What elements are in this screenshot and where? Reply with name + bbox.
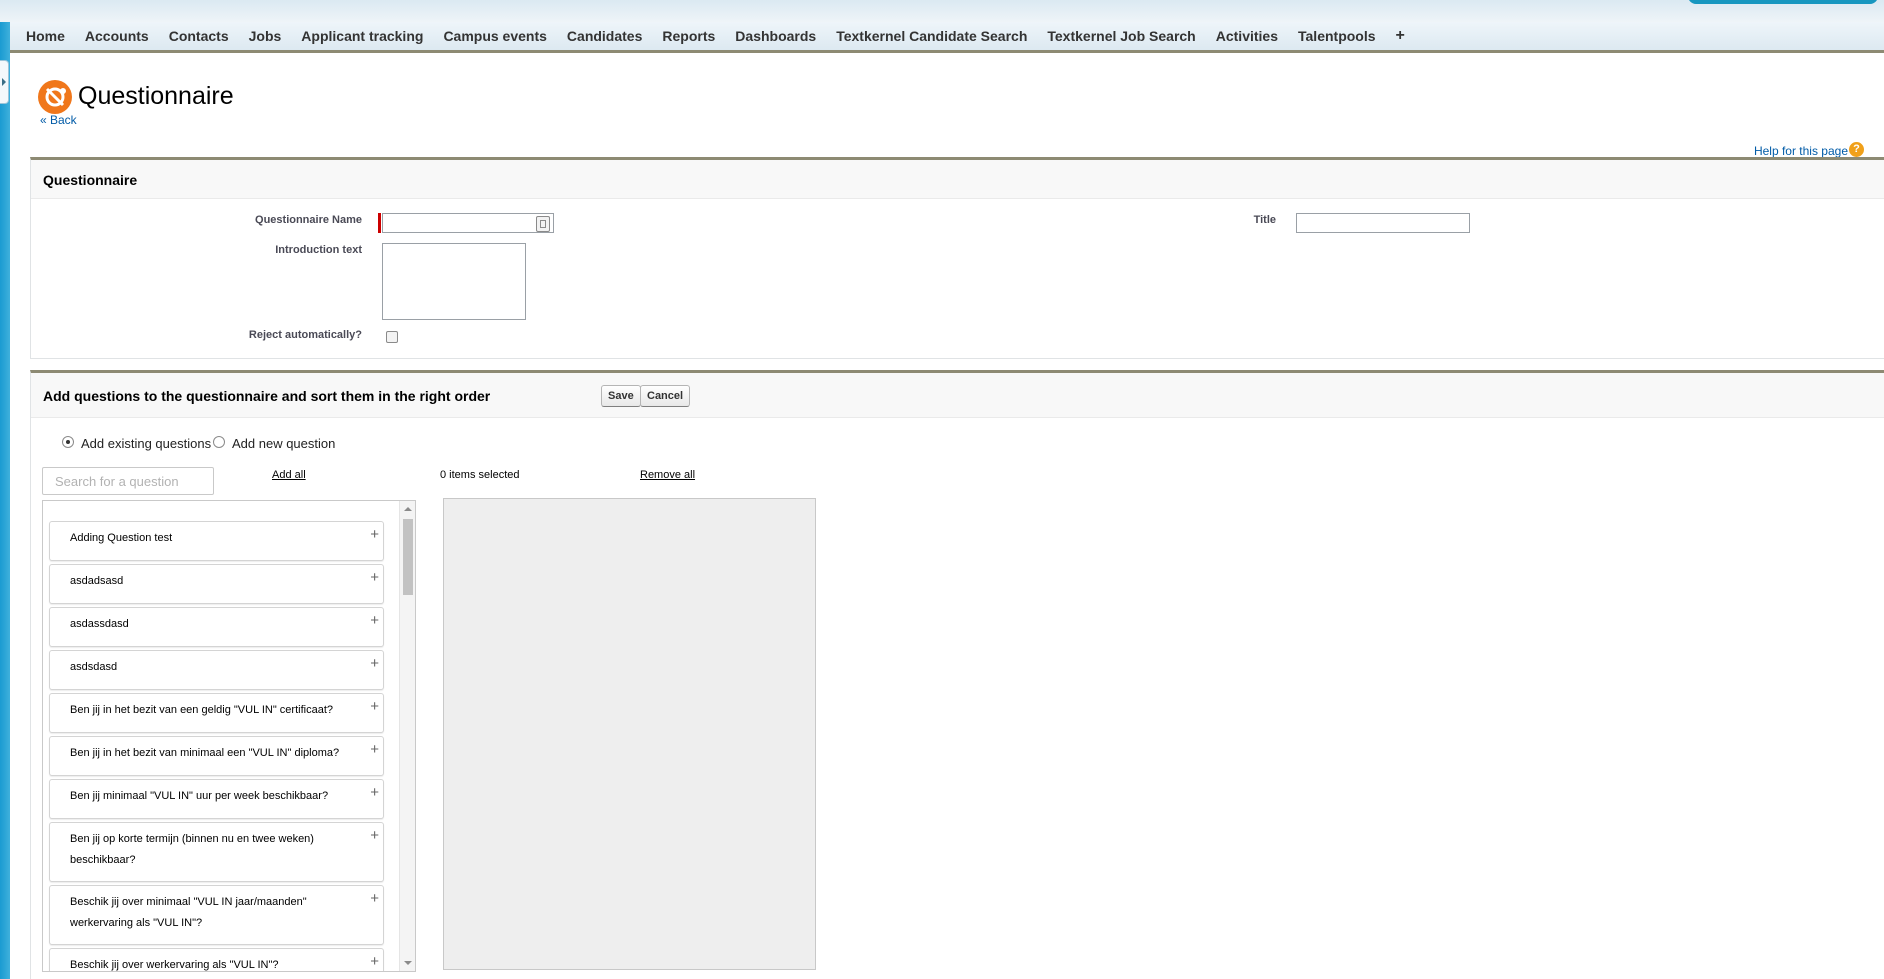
tab-contacts[interactable]: Contacts	[159, 28, 239, 44]
list-item[interactable]: asdassdasd +	[49, 607, 384, 647]
list-item[interactable]: asdsdasd +	[49, 650, 384, 690]
questionnaire-logo-icon	[38, 80, 72, 114]
question-text: Beschik jij over werkervaring als "VUL I…	[70, 959, 279, 971]
section-header: Questionnaire	[31, 160, 1884, 199]
remove-all-link[interactable]: Remove all	[640, 469, 695, 481]
list-item[interactable]: Ben jij minimaal "VUL IN" uur per week b…	[49, 779, 384, 819]
add-existing-questions-label: Add existing questions	[81, 436, 212, 451]
list-scrollbar[interactable]	[399, 501, 415, 971]
cancel-button[interactable]: Cancel	[640, 385, 691, 407]
list-item[interactable]: Ben jij in het bezit van een geldig "VUL…	[49, 693, 384, 733]
add-all-link[interactable]: Add all	[272, 469, 306, 481]
questionnaire-details-section: Questionnaire Questionnaire Name Title I…	[30, 157, 1884, 359]
list-item[interactable]: Ben jij in het bezit van minimaal een "V…	[49, 736, 384, 776]
add-existing-questions-radio[interactable]	[62, 436, 74, 448]
list-item[interactable]: asdadsasd +	[49, 564, 384, 604]
help-link[interactable]: Help for this page	[1754, 144, 1848, 158]
tab-reports[interactable]: Reports	[652, 28, 725, 44]
save-button[interactable]: Save	[601, 385, 641, 407]
lookup-icon[interactable]	[536, 216, 550, 232]
add-question-plus-icon[interactable]: +	[370, 527, 379, 542]
tab-dashboards[interactable]: Dashboards	[725, 28, 826, 44]
question-text: Beschik jij over minimaal "VUL IN jaar/m…	[70, 896, 307, 929]
main-tab-bar: Home Accounts Contacts Jobs Applicant tr…	[10, 22, 1884, 53]
add-question-plus-icon[interactable]: +	[370, 785, 379, 800]
tab-textkernel-job-search[interactable]: Textkernel Job Search	[1037, 28, 1205, 44]
tab-talentpools[interactable]: Talentpools	[1288, 28, 1386, 44]
title-label: Title	[1253, 214, 1276, 226]
tab-candidates[interactable]: Candidates	[557, 28, 652, 44]
required-indicator	[378, 213, 381, 233]
add-question-plus-icon[interactable]: +	[370, 570, 379, 585]
selected-count: 0 items selected	[440, 469, 520, 481]
add-question-plus-icon[interactable]: +	[370, 742, 379, 757]
list-item[interactable]: Beschik jij over minimaal "VUL IN jaar/m…	[49, 885, 384, 945]
add-new-question-label: Add new question	[232, 436, 336, 451]
list-item[interactable]: Adding Question test +	[49, 521, 384, 561]
selected-questions-dropzone[interactable]	[443, 498, 816, 970]
sidebar-toggle-handle[interactable]	[0, 60, 9, 104]
add-question-plus-icon[interactable]: +	[370, 891, 379, 906]
section-title: Add questions to the questionnaire and s…	[43, 388, 491, 404]
list-item[interactable]: Beschik jij over werkervaring als "VUL I…	[49, 948, 384, 971]
tab-home[interactable]: Home	[16, 28, 75, 44]
question-text: asdsdasd	[70, 661, 118, 673]
reject-automatically-label: Reject automatically?	[248, 329, 362, 341]
scroll-up-arrow-icon[interactable]	[404, 507, 412, 511]
tab-applicant-tracking[interactable]: Applicant tracking	[291, 28, 433, 44]
question-text: Ben jij in het bezit van een geldig "VUL…	[70, 704, 333, 716]
back-link[interactable]: « Back	[40, 113, 77, 127]
add-question-plus-icon[interactable]: +	[370, 613, 379, 628]
title-input[interactable]	[1296, 213, 1470, 233]
list-item[interactable]: Ben jij op korte termijn (binnen nu en t…	[49, 822, 384, 882]
add-question-plus-icon[interactable]: +	[370, 954, 379, 969]
tab-campus-events[interactable]: Campus events	[433, 28, 556, 44]
introduction-text-label: Introduction text	[275, 244, 362, 256]
question-text: asdadsasd	[70, 575, 124, 587]
add-question-plus-icon[interactable]: +	[370, 699, 379, 714]
help-question-icon[interactable]: ?	[1849, 142, 1864, 157]
tab-accounts[interactable]: Accounts	[75, 28, 159, 44]
sidebar-rail	[0, 22, 10, 979]
reject-automatically-checkbox[interactable]	[386, 331, 398, 343]
user-menu-tab[interactable]	[1688, 0, 1878, 4]
questionnaire-name-input[interactable]	[382, 213, 554, 233]
scroll-thumb[interactable]	[403, 519, 413, 595]
section-header: Add questions to the questionnaire and s…	[31, 373, 1884, 418]
question-text: Ben jij in het bezit van minimaal een "V…	[70, 747, 340, 759]
question-text: Ben jij op korte termijn (binnen nu en t…	[70, 833, 314, 866]
question-text: Ben jij minimaal "VUL IN" uur per week b…	[70, 790, 329, 802]
add-tab-plus-icon[interactable]: +	[1386, 27, 1415, 45]
question-text: Adding Question test	[70, 532, 173, 544]
tab-activities[interactable]: Activities	[1206, 28, 1288, 44]
section-title: Questionnaire	[43, 172, 138, 188]
question-text: asdassdasd	[70, 618, 129, 630]
add-question-plus-icon[interactable]: +	[370, 656, 379, 671]
tab-textkernel-candidate-search[interactable]: Textkernel Candidate Search	[826, 28, 1037, 44]
tab-jobs[interactable]: Jobs	[239, 28, 292, 44]
top-header-strip	[0, 0, 1884, 22]
add-question-plus-icon[interactable]: +	[370, 828, 379, 843]
add-new-question-radio[interactable]	[213, 436, 225, 448]
available-questions-list[interactable]: Adding Question test + asdadsasd + asdas…	[42, 500, 416, 972]
introduction-text-area[interactable]	[382, 243, 526, 320]
questionnaire-name-label: Questionnaire Name	[255, 214, 362, 226]
page-title: Questionnaire	[78, 82, 234, 110]
scroll-down-arrow-icon[interactable]	[404, 961, 412, 965]
question-search-input[interactable]	[42, 467, 214, 495]
